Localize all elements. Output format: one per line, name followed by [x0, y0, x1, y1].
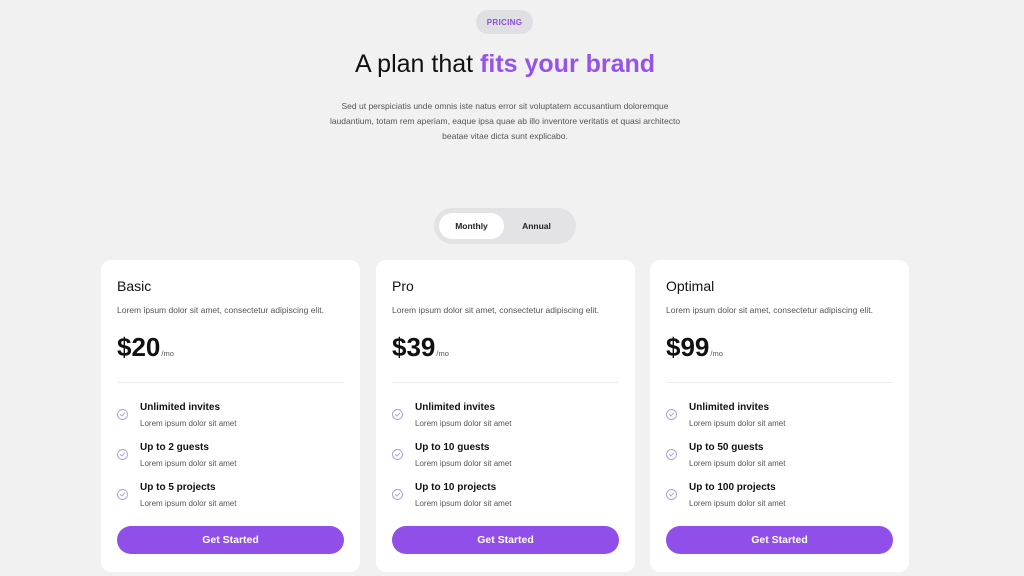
check-circle-icon: [117, 489, 128, 500]
price-amount: $39: [392, 332, 436, 362]
feature-title: Unlimited invites: [415, 402, 496, 413]
check-circle-icon: [392, 489, 403, 500]
plan-price: $39 /mo: [392, 332, 449, 363]
feature-list: Unlimited invites Lorem ipsum dolor sit …: [392, 402, 619, 522]
feature-item: Up to 50 guests Lorem ipsum dolor sit am…: [666, 442, 893, 482]
feature-subtitle: Lorem ipsum dolor sit amet: [689, 419, 786, 428]
plan-name: Basic: [117, 278, 152, 294]
plan-name: Optimal: [666, 278, 715, 294]
toggle-annual[interactable]: Annual: [504, 213, 569, 239]
divider: [666, 382, 893, 383]
check-circle-icon: [666, 409, 677, 420]
feature-subtitle: Lorem ipsum dolor sit amet: [415, 459, 512, 468]
feature-title: Up to 5 projects: [140, 482, 216, 493]
feature-subtitle: Lorem ipsum dolor sit amet: [140, 499, 237, 508]
check-circle-icon: [666, 489, 677, 500]
check-circle-icon: [117, 409, 128, 420]
feature-item: Unlimited invites Lorem ipsum dolor sit …: [392, 402, 619, 442]
price-unit: /mo: [436, 349, 449, 358]
get-started-button[interactable]: Get Started: [392, 526, 619, 554]
toggle-monthly[interactable]: Monthly: [439, 213, 504, 239]
plan-description: Lorem ipsum dolor sit amet, consectetur …: [392, 305, 599, 315]
feature-title: Up to 50 guests: [689, 442, 764, 453]
feature-list: Unlimited invites Lorem ipsum dolor sit …: [117, 402, 344, 522]
feature-subtitle: Lorem ipsum dolor sit amet: [689, 499, 786, 508]
feature-item: Up to 10 projects Lorem ipsum dolor sit …: [392, 482, 619, 522]
plan-card-optimal: Optimal Lorem ipsum dolor sit amet, cons…: [650, 260, 909, 572]
get-started-button[interactable]: Get Started: [666, 526, 893, 554]
billing-toggle: Monthly Annual: [434, 208, 576, 244]
feature-subtitle: Lorem ipsum dolor sit amet: [140, 459, 237, 468]
title-accent: fits your brand: [480, 50, 656, 78]
feature-title: Up to 2 guests: [140, 442, 209, 453]
check-circle-icon: [392, 449, 403, 460]
feature-subtitle: Lorem ipsum dolor sit amet: [140, 419, 237, 428]
check-circle-icon: [117, 449, 128, 460]
page-title: A plan that fits your brand: [0, 50, 1010, 79]
plan-description: Lorem ipsum dolor sit amet, consectetur …: [666, 305, 873, 315]
divider: [117, 382, 344, 383]
feature-item: Up to 10 guests Lorem ipsum dolor sit am…: [392, 442, 619, 482]
feature-title: Up to 100 projects: [689, 482, 776, 493]
feature-subtitle: Lorem ipsum dolor sit amet: [689, 459, 786, 468]
feature-title: Up to 10 projects: [415, 482, 497, 493]
plan-price: $99 /mo: [666, 332, 723, 363]
feature-item: Up to 100 projects Lorem ipsum dolor sit…: [666, 482, 893, 522]
feature-subtitle: Lorem ipsum dolor sit amet: [415, 419, 512, 428]
feature-title: Unlimited invites: [140, 402, 221, 413]
price-unit: /mo: [710, 349, 723, 358]
feature-list: Unlimited invites Lorem ipsum dolor sit …: [666, 402, 893, 522]
plan-card-basic: Basic Lorem ipsum dolor sit amet, consec…: [101, 260, 360, 572]
page-subtitle: Sed ut perspiciatis unde omnis iste natu…: [329, 101, 681, 141]
feature-item: Unlimited invites Lorem ipsum dolor sit …: [117, 402, 344, 442]
plan-description: Lorem ipsum dolor sit amet, consectetur …: [117, 305, 324, 315]
title-prefix: A plan that: [354, 50, 481, 78]
feature-title: Unlimited invites: [689, 402, 770, 413]
price-amount: $20: [117, 332, 161, 362]
check-circle-icon: [666, 449, 677, 460]
price-amount: $99: [666, 332, 710, 362]
feature-title: Up to 10 guests: [415, 442, 490, 453]
feature-item: Unlimited invites Lorem ipsum dolor sit …: [666, 402, 893, 442]
feature-subtitle: Lorem ipsum dolor sit amet: [415, 499, 512, 508]
feature-item: Up to 5 projects Lorem ipsum dolor sit a…: [117, 482, 344, 522]
price-unit: /mo: [161, 349, 174, 358]
divider: [392, 382, 619, 383]
feature-item: Up to 2 guests Lorem ipsum dolor sit ame…: [117, 442, 344, 482]
pricing-badge: PRICING: [476, 10, 533, 34]
plan-price: $20 /mo: [117, 332, 174, 363]
check-circle-icon: [392, 409, 403, 420]
get-started-button[interactable]: Get Started: [117, 526, 344, 554]
plan-card-pro: Pro Lorem ipsum dolor sit amet, consecte…: [376, 260, 635, 572]
plan-name: Pro: [392, 278, 414, 294]
